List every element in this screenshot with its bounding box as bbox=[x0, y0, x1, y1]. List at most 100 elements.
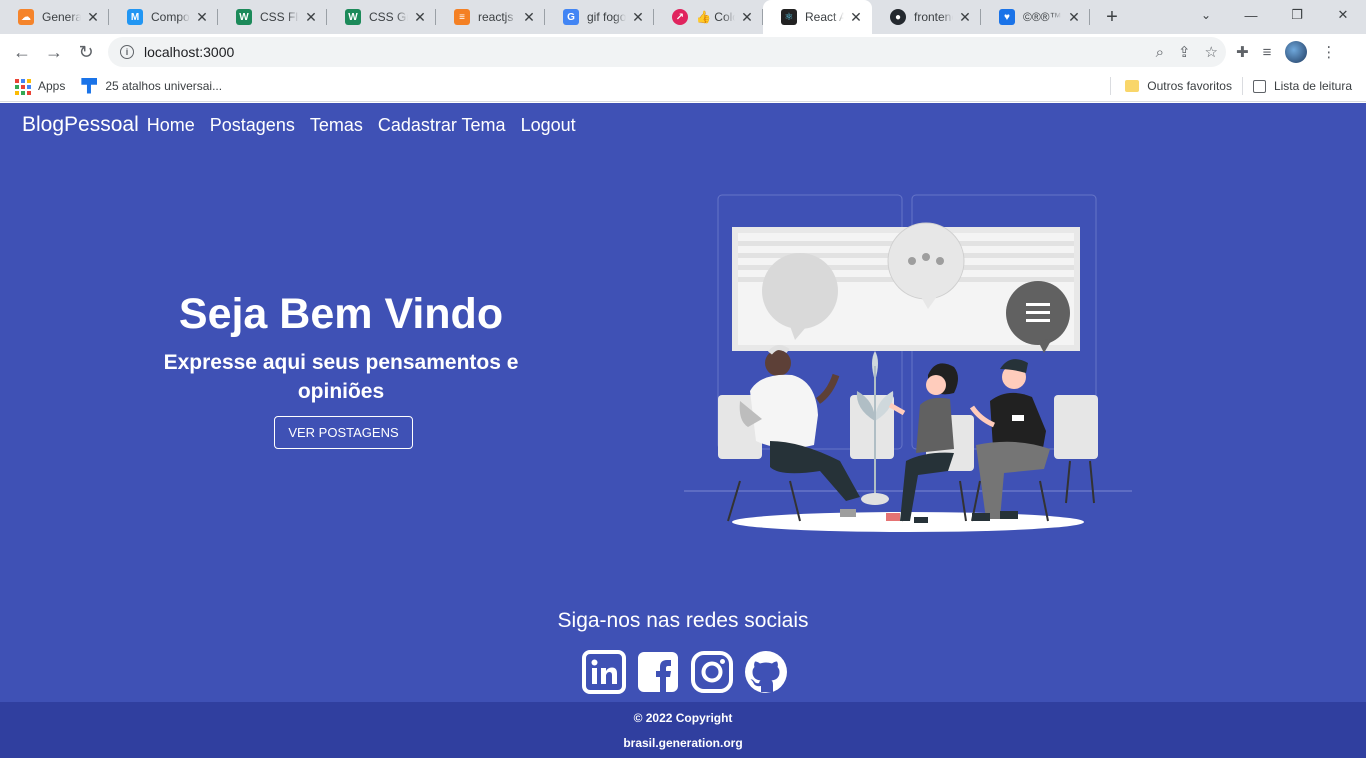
window-controls: — ❐ ✕ bbox=[1228, 0, 1366, 34]
minimize-icon[interactable]: — bbox=[1228, 0, 1274, 30]
browser-tab[interactable]: ↗ 👍 Color ✕ bbox=[654, 0, 763, 34]
tab-title: 👍 Color bbox=[696, 10, 735, 24]
menu-icon[interactable]: ⋮ bbox=[1321, 43, 1336, 61]
nav-logout[interactable]: Logout bbox=[521, 115, 576, 136]
close-window-icon[interactable]: ✕ bbox=[1320, 0, 1366, 30]
hero-text-block: Seja Bem Vindo Expresse aqui seus pensam… bbox=[140, 288, 542, 449]
share-icon[interactable]: ⇪ bbox=[1178, 43, 1191, 61]
close-tab-icon[interactable]: ✕ bbox=[85, 9, 101, 26]
restore-icon[interactable]: ❐ bbox=[1274, 0, 1320, 30]
site-brand: BlogPessoal bbox=[22, 113, 139, 136]
bookmarks-separator bbox=[1241, 77, 1243, 95]
profile-avatar[interactable] bbox=[1285, 41, 1308, 63]
nav-temas[interactable]: Temas bbox=[310, 115, 363, 136]
tab-favicon: W bbox=[236, 9, 252, 25]
generation-link[interactable]: brasil.generation.org bbox=[0, 736, 1366, 750]
tab-title: React Ap bbox=[805, 10, 844, 24]
back-icon[interactable]: ← bbox=[6, 36, 38, 68]
tab-title: CSS Flex bbox=[260, 10, 299, 24]
folder-icon bbox=[1125, 80, 1140, 92]
tab-title: gif fogo bbox=[587, 10, 626, 24]
tab-strip: ☁ Generati ✕ M Compon ✕ W CSS Flex ✕ W CSS Grid… bbox=[0, 0, 1366, 34]
nav-cadastrar-tema[interactable]: Cadastrar Tema bbox=[378, 115, 506, 136]
reading-list-icon bbox=[1252, 79, 1266, 93]
close-tab-icon[interactable]: ✕ bbox=[412, 9, 428, 26]
other-favorites-folder[interactable]: Outros favoritos bbox=[1125, 79, 1232, 93]
bookmark-label: Lista de leitura bbox=[1273, 79, 1352, 93]
ver-postagens-button[interactable]: VER POSTAGENS bbox=[274, 416, 413, 449]
shortcut-bookmark-icon bbox=[81, 77, 98, 94]
new-tab-icon[interactable]: + bbox=[1098, 0, 1126, 34]
github-icon[interactable] bbox=[744, 650, 788, 694]
bookmarks-separator bbox=[1110, 77, 1112, 95]
tab-favicon: ☁ bbox=[18, 9, 34, 25]
tab-title: reactjs - bbox=[478, 10, 517, 24]
reading-list[interactable]: Lista de leitura bbox=[1252, 79, 1352, 93]
address-bar[interactable]: i localhost:3000 ⌕ ⇪ ☆ bbox=[108, 37, 1226, 67]
tab-favicon: W bbox=[345, 9, 361, 25]
close-tab-icon[interactable]: ✕ bbox=[739, 9, 755, 26]
bookmark-label: Apps bbox=[38, 78, 66, 93]
tab-title: Generati bbox=[42, 10, 81, 24]
social-icons-row bbox=[4, 650, 1366, 694]
site-footer: © 2022 Copyright brasil.generation.org bbox=[0, 702, 1366, 758]
forward-icon[interactable]: → bbox=[38, 36, 70, 68]
hero-subtitle: Expresse aqui seus pensamentos e opiniõe… bbox=[163, 351, 519, 403]
tab-title: Compon bbox=[151, 10, 190, 24]
page-bottom-edge bbox=[0, 758, 1366, 768]
nav-postagens[interactable]: Postagens bbox=[210, 115, 295, 136]
extensions-icon[interactable]: ✚ bbox=[1236, 43, 1249, 61]
close-tab-icon[interactable]: ✕ bbox=[848, 9, 864, 26]
browser-tab[interactable]: W CSS Grid ✕ bbox=[327, 0, 436, 34]
site-info-icon[interactable]: i bbox=[120, 45, 134, 59]
copyright-text: © 2022 Copyright bbox=[633, 711, 733, 725]
facebook-icon[interactable] bbox=[636, 650, 680, 694]
hero-title: Seja Bem Vindo bbox=[178, 290, 504, 338]
close-tab-icon[interactable]: ✕ bbox=[630, 9, 646, 26]
address-text: localhost:3000 bbox=[144, 44, 235, 60]
tab-favicon: ≡ bbox=[454, 9, 470, 25]
browser-tab[interactable]: M Compon ✕ bbox=[109, 0, 218, 34]
browser-tab[interactable]: ☁ Generati ✕ bbox=[0, 0, 109, 34]
browser-tab[interactable]: Ggif fogo ✕ bbox=[545, 0, 654, 34]
bookmark-label: 25 atalhos universai... bbox=[105, 78, 223, 93]
nav-home[interactable]: Home bbox=[147, 115, 195, 136]
tab-favicon: ⚛ bbox=[781, 9, 797, 25]
hero-illustration bbox=[684, 194, 1132, 532]
browser-tab[interactable]: ≡ reactjs - ✕ bbox=[436, 0, 545, 34]
bookmark-label: Outros favoritos bbox=[1147, 79, 1232, 93]
tab-search-icon[interactable]: ⌄ bbox=[1192, 0, 1220, 30]
browser-tab[interactable]: ♥ ©®®™ ✕ bbox=[981, 0, 1090, 34]
social-section: Siga-nos nas redes sociais bbox=[0, 608, 1366, 694]
page-content: BlogPessoal Home Postagens Temas Cadastr… bbox=[0, 103, 1366, 768]
tab-favicon: ↗ bbox=[672, 9, 688, 25]
close-tab-icon[interactable]: ✕ bbox=[1066, 9, 1082, 26]
bookmarks-bar: Apps 25 atalhos universai... Outros favo… bbox=[0, 70, 1366, 102]
tab-title: ©®®™ bbox=[1023, 10, 1062, 24]
bookmark-star-icon[interactable]: ☆ bbox=[1205, 43, 1218, 61]
browser-tab[interactable]: W CSS Flex ✕ bbox=[218, 0, 327, 34]
reload-icon[interactable]: ↻ bbox=[70, 36, 102, 68]
browser-toolbar: ← → ↻ i localhost:3000 ⌕ ⇪ ☆ ✚ ≡ ⋮ bbox=[0, 34, 1366, 70]
instagram-icon[interactable] bbox=[690, 650, 734, 694]
browser-tab[interactable]: ● frontenc ✕ bbox=[872, 0, 981, 34]
apps-grid-icon bbox=[14, 78, 31, 95]
linkedin-icon[interactable] bbox=[582, 650, 626, 694]
tab-favicon: M bbox=[127, 9, 143, 25]
close-tab-icon[interactable]: ✕ bbox=[957, 9, 973, 26]
tab-title: frontenc bbox=[914, 10, 953, 24]
bookmark-apps[interactable]: Apps bbox=[14, 78, 66, 95]
media-control-icon[interactable]: ≡ bbox=[1263, 44, 1272, 61]
bookmark-shortcuts[interactable]: 25 atalhos universai... bbox=[81, 77, 223, 94]
site-navbar: BlogPessoal Home Postagens Temas Cadastr… bbox=[22, 111, 591, 139]
close-tab-icon[interactable]: ✕ bbox=[194, 9, 210, 26]
close-tab-icon[interactable]: ✕ bbox=[303, 9, 319, 26]
close-tab-icon[interactable]: ✕ bbox=[521, 9, 537, 26]
tab-favicon: ♥ bbox=[999, 9, 1015, 25]
tab-title: CSS Grid bbox=[369, 10, 408, 24]
browser-tab-active[interactable]: ⚛ React Ap ✕ bbox=[763, 0, 872, 34]
zoom-icon[interactable]: ⌕ bbox=[1156, 44, 1164, 61]
tab-favicon: G bbox=[563, 9, 579, 25]
social-title: Siga-nos nas redes sociais bbox=[557, 609, 809, 632]
tab-favicon: ● bbox=[890, 9, 906, 25]
